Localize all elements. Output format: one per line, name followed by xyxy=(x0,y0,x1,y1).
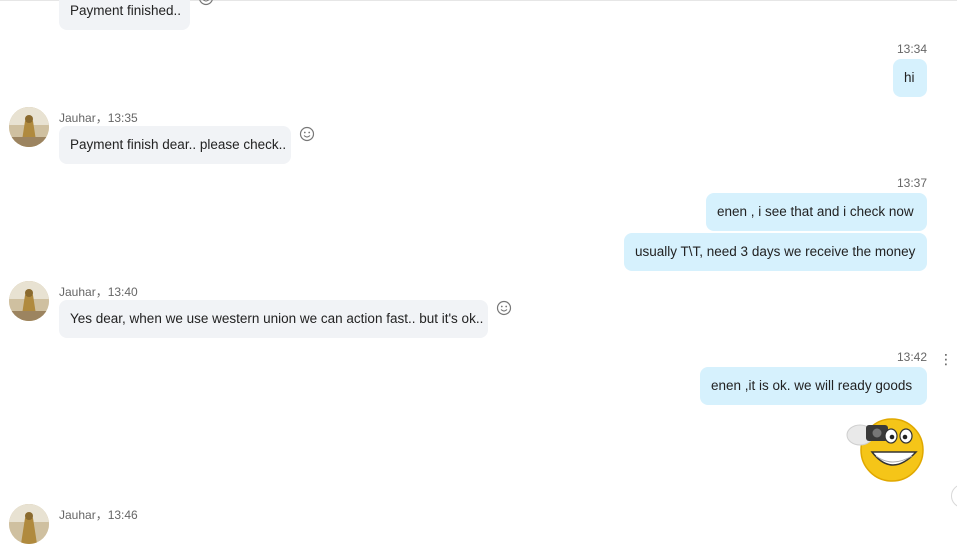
message-timestamp: 13:42 xyxy=(896,350,927,364)
avatar[interactable] xyxy=(9,281,49,321)
message-timestamp: 13:34 xyxy=(896,42,927,56)
outgoing-message[interactable]: enen ,it is ok. we will ready goods xyxy=(700,367,927,405)
avatar[interactable] xyxy=(9,107,49,147)
more-vertical-icon[interactable]: ⋮ xyxy=(939,352,953,366)
outgoing-message[interactable]: hi xyxy=(893,59,927,97)
incoming-message[interactable]: Payment finished.. xyxy=(59,0,190,30)
smiley-icon[interactable] xyxy=(198,0,214,6)
avatar[interactable] xyxy=(9,504,49,544)
incoming-message[interactable]: Payment finish dear.. please check.. xyxy=(59,126,291,164)
sender-name-time: Jauhar，13:46 xyxy=(59,508,138,522)
outgoing-message[interactable]: enen , i see that and i check now xyxy=(706,193,927,231)
laughing-emoji-sticker[interactable] xyxy=(842,414,926,482)
message-timestamp: 13:37 xyxy=(896,176,927,190)
sender-name-time: Jauhar，13:40 xyxy=(59,285,138,299)
incoming-message[interactable]: Yes dear, when we use western union we c… xyxy=(59,300,488,338)
scroll-down-button[interactable] xyxy=(951,484,957,508)
smiley-icon[interactable] xyxy=(496,300,512,316)
smiley-icon[interactable] xyxy=(299,126,315,142)
outgoing-message[interactable]: usually T\T, need 3 days we receive the … xyxy=(624,233,927,271)
sender-name-time: Jauhar，13:35 xyxy=(59,111,138,125)
